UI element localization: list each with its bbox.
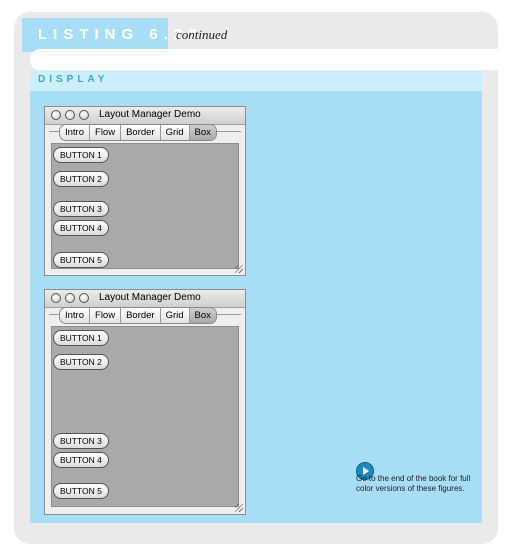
button-1[interactable]: BUTTON 1	[53, 330, 109, 346]
layout-demo-window-1: Layout Manager Demo Intro Flow Border Gr…	[44, 106, 246, 276]
button-4[interactable]: BUTTON 4	[53, 452, 109, 468]
button-3[interactable]: BUTTON 3	[53, 433, 109, 449]
button-3[interactable]: BUTTON 3	[53, 201, 109, 217]
tab-border[interactable]: Border	[120, 125, 160, 140]
window-titlebar[interactable]: Layout Manager Demo	[45, 107, 245, 125]
button-2[interactable]: BUTTON 2	[53, 171, 109, 187]
button-4[interactable]: BUTTON 4	[53, 220, 109, 236]
zoom-icon[interactable]	[79, 110, 89, 120]
zoom-icon[interactable]	[79, 293, 89, 303]
tab-border[interactable]: Border	[120, 308, 160, 323]
continued-label: continued	[176, 27, 228, 42]
tab-box[interactable]: Box	[188, 308, 216, 323]
box-panel: BUTTON 1 BUTTON 2 BUTTON 3 BUTTON 4 BUTT…	[51, 326, 239, 507]
tab-flow[interactable]: Flow	[89, 125, 120, 140]
button-5[interactable]: BUTTON 5	[53, 483, 109, 499]
window-titlebar[interactable]: Layout Manager Demo	[45, 290, 245, 308]
display-label: DISPLAY	[38, 74, 109, 85]
minimize-icon[interactable]	[65, 110, 75, 120]
close-icon[interactable]	[51, 110, 61, 120]
tab-intro[interactable]: Intro	[60, 125, 89, 140]
tab-flow[interactable]: Flow	[89, 308, 120, 323]
window-title: Layout Manager Demo	[99, 109, 201, 120]
tab-grid[interactable]: Grid	[159, 308, 189, 323]
tab-bar: Intro Flow Border Grid Box	[59, 307, 217, 324]
header-bar	[30, 49, 498, 70]
button-2[interactable]: BUTTON 2	[53, 354, 109, 370]
tab-box[interactable]: Box	[188, 125, 216, 140]
resize-grip[interactable]	[235, 504, 243, 512]
layout-demo-window-2: Layout Manager Demo Intro Flow Border Gr…	[44, 289, 246, 515]
button-1[interactable]: BUTTON 1	[53, 147, 109, 163]
resize-grip[interactable]	[235, 265, 243, 273]
close-icon[interactable]	[51, 293, 61, 303]
box-panel: BUTTON 1 BUTTON 2 BUTTON 3 BUTTON 4 BUTT…	[51, 143, 239, 269]
minimize-icon[interactable]	[65, 293, 75, 303]
button-5[interactable]: BUTTON 5	[53, 252, 109, 268]
tab-bar: Intro Flow Border Grid Box	[59, 124, 217, 141]
window-title: Layout Manager Demo	[99, 292, 201, 303]
tab-intro[interactable]: Intro	[60, 308, 89, 323]
tab-grid[interactable]: Grid	[159, 125, 189, 140]
color-note: Go to the end of the book for full color…	[356, 474, 471, 493]
